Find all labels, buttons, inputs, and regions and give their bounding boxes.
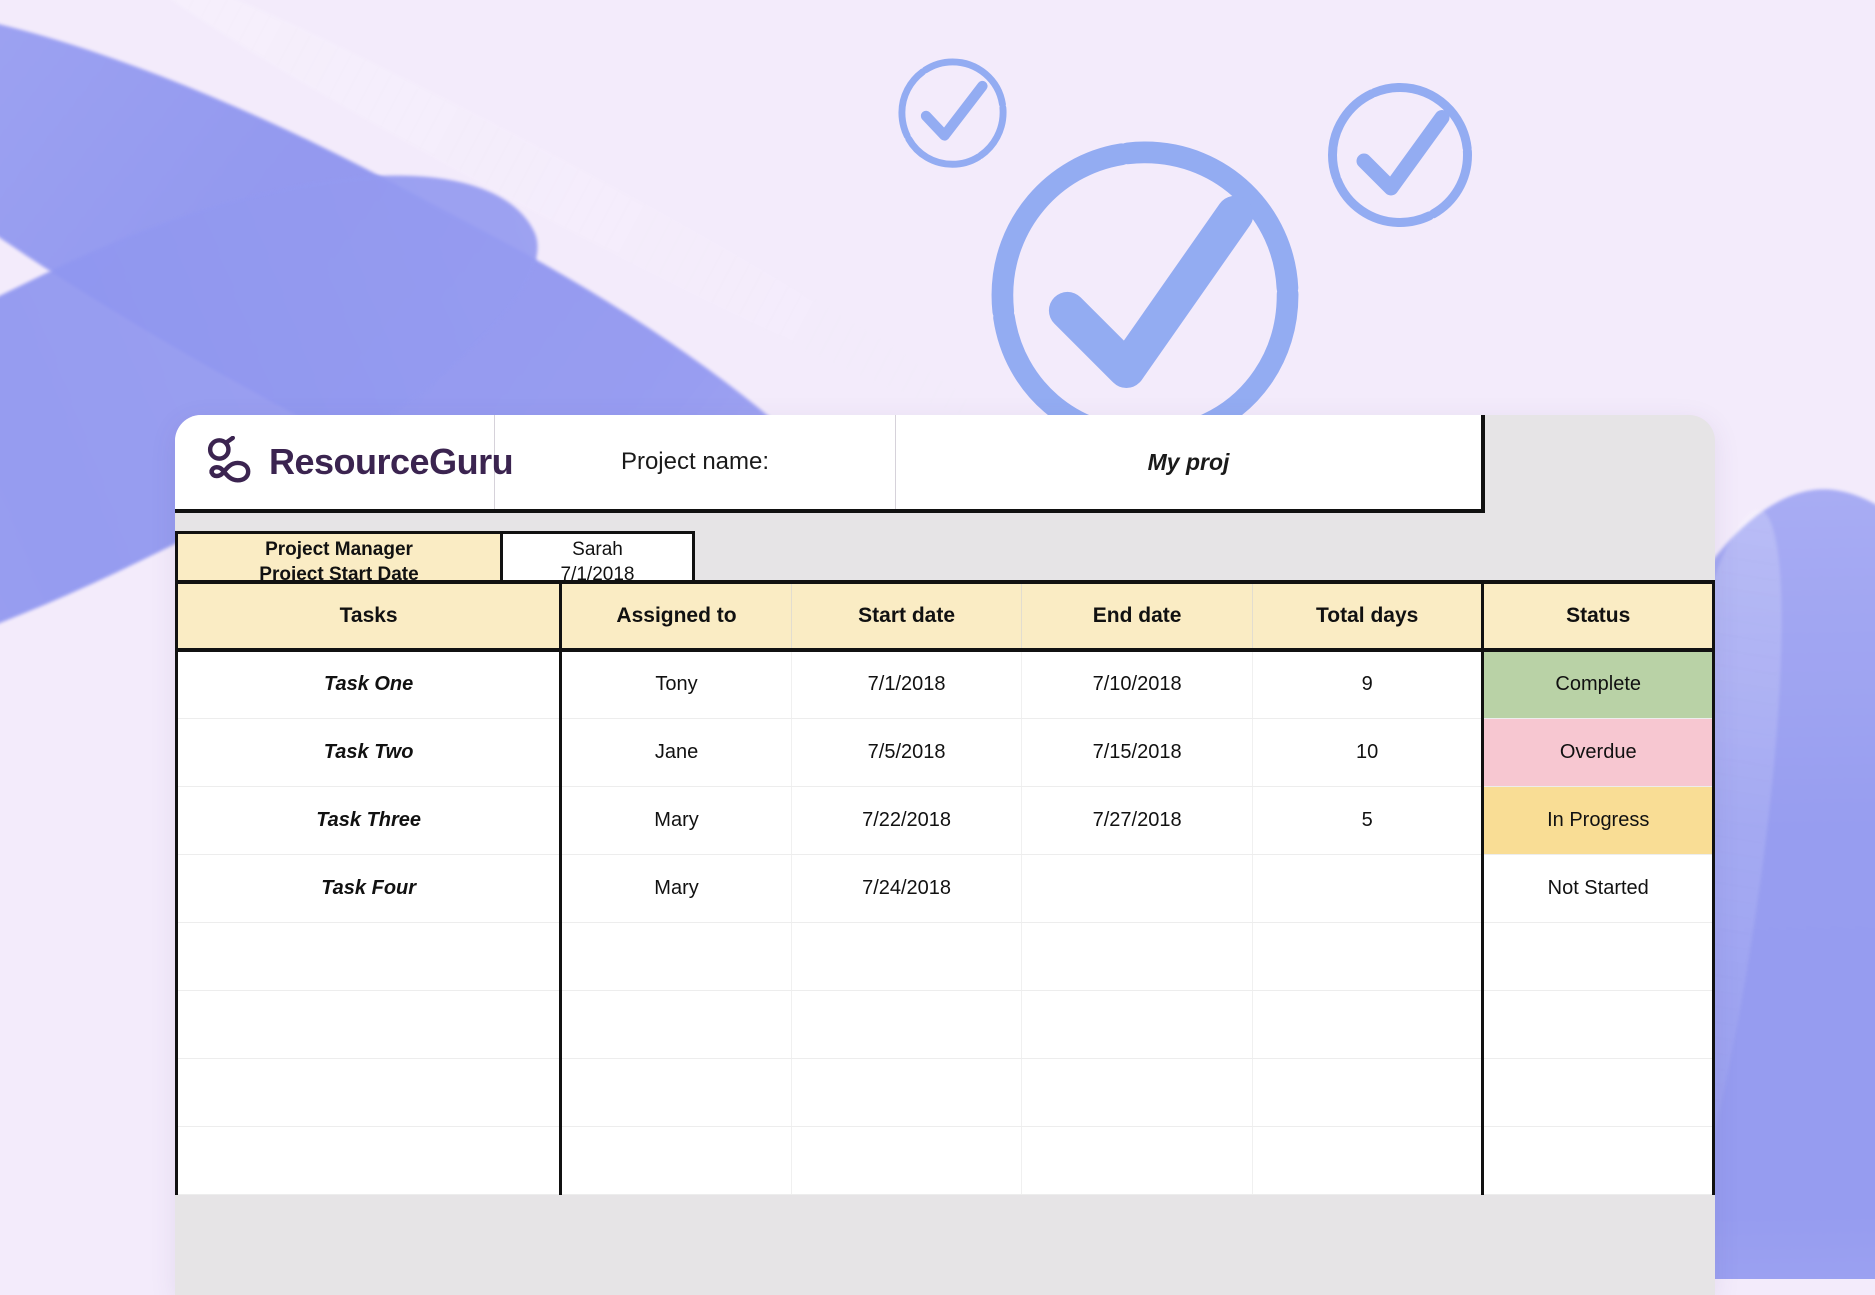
cell-total-days[interactable]	[1252, 854, 1483, 922]
cell-task[interactable]	[177, 922, 561, 990]
cell-status[interactable]	[1483, 990, 1714, 1058]
table-row[interactable]: Task FourMary7/24/2018 Not Started	[177, 854, 1714, 922]
table-row[interactable]	[177, 990, 1714, 1058]
sheet-header-band: ResourceGuru Project name: My proj	[175, 415, 1485, 513]
brush-stroke-top-highlight	[122, 0, 998, 444]
table-row[interactable]	[177, 1126, 1714, 1194]
cell-status[interactable]: Not Started	[1483, 854, 1714, 922]
cell-total-days[interactable]	[1252, 990, 1483, 1058]
cell-status[interactable]: Complete	[1483, 650, 1714, 718]
cell-status[interactable]: Overdue	[1483, 718, 1714, 786]
check-circle-icon	[1325, 80, 1475, 230]
cell-start-date[interactable]	[791, 1126, 1022, 1194]
tasks-table-body: Task OneTony7/1/20187/10/20189CompleteTa…	[177, 650, 1714, 1194]
table-row[interactable]	[177, 922, 1714, 990]
project-name-label: Project name:	[495, 415, 896, 509]
cell-task[interactable]	[177, 990, 561, 1058]
cell-end-date[interactable]	[1022, 990, 1253, 1058]
cell-start-date[interactable]: 7/22/2018	[791, 786, 1022, 854]
table-row[interactable]	[177, 1058, 1714, 1126]
guru-infinity-icon	[199, 436, 255, 488]
cell-end-date[interactable]: 7/10/2018	[1022, 650, 1253, 718]
column-header-total-days[interactable]: Total days	[1252, 582, 1483, 650]
cell-start-date[interactable]	[791, 1058, 1022, 1126]
column-header-start-date[interactable]: Start date	[791, 582, 1022, 650]
tasks-table: Tasks Assigned to Start date End date To…	[175, 580, 1715, 1195]
cell-end-date[interactable]: 7/27/2018	[1022, 786, 1253, 854]
cell-end-date[interactable]	[1022, 922, 1253, 990]
cell-task[interactable]	[177, 1126, 561, 1194]
cell-assigned-to[interactable]	[561, 990, 792, 1058]
cell-end-date[interactable]: 7/15/2018	[1022, 718, 1253, 786]
cell-start-date[interactable]: 7/5/2018	[791, 718, 1022, 786]
cell-total-days[interactable]	[1252, 1058, 1483, 1126]
cell-total-days[interactable]	[1252, 922, 1483, 990]
cell-total-days[interactable]: 5	[1252, 786, 1483, 854]
table-row[interactable]: Task OneTony7/1/20187/10/20189Complete	[177, 650, 1714, 718]
cell-total-days[interactable]: 9	[1252, 650, 1483, 718]
cell-status[interactable]	[1483, 1058, 1714, 1126]
project-manager-value[interactable]: Sarah	[503, 537, 692, 562]
cell-task[interactable]: Task Three	[177, 786, 561, 854]
table-header-row: Tasks Assigned to Start date End date To…	[177, 582, 1714, 650]
cell-start-date[interactable]	[791, 922, 1022, 990]
cell-total-days[interactable]	[1252, 1126, 1483, 1194]
cell-start-date[interactable]: 7/24/2018	[791, 854, 1022, 922]
cell-end-date[interactable]	[1022, 1126, 1253, 1194]
cell-task[interactable]: Task Two	[177, 718, 561, 786]
cell-task[interactable]: Task Four	[177, 854, 561, 922]
cell-assigned-to[interactable]	[561, 1126, 792, 1194]
brand-logo: ResourceGuru	[175, 415, 495, 509]
column-header-assigned-to[interactable]: Assigned to	[561, 582, 792, 650]
project-manager-label: Project Manager	[178, 537, 500, 562]
cell-assigned-to[interactable]	[561, 1058, 792, 1126]
cell-task[interactable]	[177, 1058, 561, 1126]
cell-status[interactable]: In Progress	[1483, 786, 1714, 854]
brand-name: ResourceGuru	[269, 441, 513, 483]
cell-assigned-to[interactable]: Mary	[561, 786, 792, 854]
cell-start-date[interactable]: 7/1/2018	[791, 650, 1022, 718]
cell-assigned-to[interactable]: Tony	[561, 650, 792, 718]
cell-end-date[interactable]	[1022, 1058, 1253, 1126]
cell-assigned-to[interactable]: Jane	[561, 718, 792, 786]
cell-end-date[interactable]	[1022, 854, 1253, 922]
cell-assigned-to[interactable]	[561, 922, 792, 990]
table-row[interactable]: Task TwoJane7/5/20187/15/201810Overdue	[177, 718, 1714, 786]
project-name-value[interactable]: My proj	[896, 415, 1481, 509]
cell-status[interactable]	[1483, 922, 1714, 990]
cell-start-date[interactable]	[791, 990, 1022, 1058]
check-circle-icon	[895, 55, 1010, 170]
cell-assigned-to[interactable]: Mary	[561, 854, 792, 922]
project-tracker-sheet: ResourceGuru Project name: My proj Proje…	[175, 415, 1715, 1295]
cell-total-days[interactable]: 10	[1252, 718, 1483, 786]
column-header-tasks[interactable]: Tasks	[177, 582, 561, 650]
column-header-end-date[interactable]: End date	[1022, 582, 1253, 650]
column-header-status[interactable]: Status	[1483, 582, 1714, 650]
cell-task[interactable]: Task One	[177, 650, 561, 718]
check-circle-icon	[990, 140, 1300, 450]
cell-status[interactable]	[1483, 1126, 1714, 1194]
table-row[interactable]: Task ThreeMary7/22/20187/27/20185In Prog…	[177, 786, 1714, 854]
